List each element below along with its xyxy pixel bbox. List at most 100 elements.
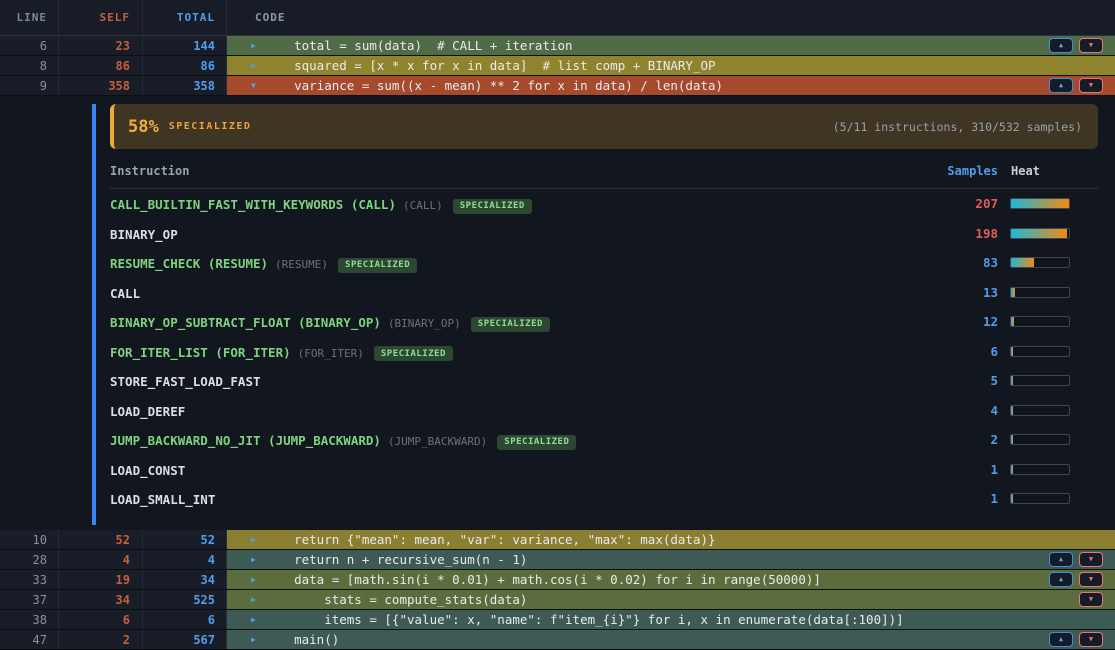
column-header-code: CODE	[227, 0, 1115, 35]
line-number: 37	[0, 590, 59, 609]
jump-up-button[interactable]: ▲	[1049, 552, 1073, 567]
instruction-cell: STORE_FAST_LOAD_FAST	[110, 371, 895, 390]
code-line[interactable]: ▶ squared = [x * x for x in data] # list…	[227, 56, 1115, 75]
instruction-name: BINARY_OP_SUBTRACT_FLOAT (BINARY_OP)	[110, 315, 381, 330]
jump-down-button[interactable]: ▼	[1079, 592, 1103, 607]
self-samples: 6	[59, 610, 143, 629]
jump-up-button[interactable]: ▲	[1049, 572, 1073, 587]
table-row: 6 23 144 ▶ total = sum(data) # CALL + it…	[0, 36, 1115, 56]
jump-up-button[interactable]: ▲	[1049, 38, 1073, 53]
heat-bar-fill	[1011, 258, 1034, 267]
samples-value: 4	[895, 403, 1005, 418]
line-number: 10	[0, 530, 59, 549]
specialized-percent: 58%	[128, 117, 159, 137]
samples-value: 83	[895, 255, 1005, 270]
samples-value: 1	[895, 491, 1005, 506]
samples-value: 198	[895, 226, 1005, 241]
code-text: variance = sum((x - mean) ** 2 for x in …	[264, 78, 1049, 93]
instruction-name: BINARY_OP	[110, 227, 178, 242]
line-number: 47	[0, 630, 59, 649]
expand-icon[interactable]: ▶	[251, 535, 264, 544]
specialization-banner: 58% SPECIALIZED (5/11 instructions, 310/…	[110, 104, 1098, 149]
code-line[interactable]: ▶ main() ▲ ▼	[227, 630, 1115, 649]
column-header-instruction: Instruction	[110, 164, 895, 178]
self-samples: 2	[59, 630, 143, 649]
samples-value: 207	[895, 196, 1005, 211]
instruction-cell: RESUME_CHECK (RESUME)(RESUME)SPECIALIZED	[110, 253, 895, 273]
code-text: squared = [x * x for x in data] # list c…	[264, 58, 1115, 73]
total-samples: 358	[143, 76, 227, 95]
heat-bar-fill	[1011, 288, 1015, 297]
code-text: items = [{"value": x, "name": f"item_{i}…	[264, 612, 1115, 627]
code-line[interactable]: ▶ return {"mean": mean, "var": variance,…	[227, 530, 1115, 549]
arrow-down-icon: ▼	[1089, 556, 1093, 563]
column-header-heat: Heat	[1005, 164, 1098, 178]
instruction-cell: CALL	[110, 283, 895, 302]
heat-bar-fill	[1011, 406, 1013, 415]
code-line[interactable]: ▶ data = [math.sin(i * 0.01) + math.cos(…	[227, 570, 1115, 589]
instruction-cell: LOAD_SMALL_INT	[110, 489, 895, 508]
instruction-row: BINARY_OP_SUBTRACT_FLOAT (BINARY_OP)(BIN…	[110, 307, 1098, 337]
heat-bar	[1005, 493, 1098, 504]
specialized-label: SPECIALIZED	[169, 121, 252, 132]
self-samples: 23	[59, 36, 143, 55]
column-header-self: SELF	[59, 0, 143, 35]
self-samples: 4	[59, 550, 143, 569]
self-samples: 86	[59, 56, 143, 75]
code-line[interactable]: ▼ variance = sum((x - mean) ** 2 for x i…	[227, 76, 1115, 95]
expand-icon[interactable]: ▶	[251, 615, 264, 624]
heat-bar	[1005, 287, 1098, 298]
instruction-name: CALL	[110, 286, 140, 301]
collapse-icon[interactable]: ▼	[251, 81, 264, 90]
total-samples: 86	[143, 56, 227, 75]
total-samples: 525	[143, 590, 227, 609]
code-line[interactable]: ▶ stats = compute_stats(data) ▼	[227, 590, 1115, 609]
panel-indent-line	[92, 104, 96, 525]
table-row-expanded: 9 358 358 ▼ variance = sum((x - mean) **…	[0, 76, 1115, 96]
instruction-row: FOR_ITER_LIST (FOR_ITER)(FOR_ITER)SPECIA…	[110, 337, 1098, 367]
jump-down-button[interactable]: ▼	[1079, 572, 1103, 587]
heat-bar-fill	[1011, 229, 1067, 238]
total-samples: 144	[143, 36, 227, 55]
expand-icon[interactable]: ▶	[251, 635, 264, 644]
total-samples: 52	[143, 530, 227, 549]
heat-bar	[1005, 316, 1098, 327]
arrow-up-icon: ▲	[1059, 636, 1063, 643]
code-text: stats = compute_stats(data)	[264, 592, 1079, 607]
code-line[interactable]: ▶ return n + recursive_sum(n - 1) ▲ ▼	[227, 550, 1115, 569]
heat-bar-fill	[1011, 317, 1014, 326]
arrow-up-icon: ▲	[1059, 42, 1063, 49]
jump-down-button[interactable]: ▼	[1079, 552, 1103, 567]
heat-bar	[1005, 434, 1098, 445]
base-instruction-name: (FOR_ITER)	[298, 347, 364, 360]
line-number: 38	[0, 610, 59, 629]
specialized-badge: SPECIALIZED	[338, 258, 417, 273]
jump-up-button[interactable]: ▲	[1049, 78, 1073, 93]
base-instruction-name: (CALL)	[403, 199, 443, 212]
profiler-app: LINE SELF TOTAL CODE 6 23 144 ▶ total = …	[0, 0, 1115, 645]
jump-down-button[interactable]: ▼	[1079, 38, 1103, 53]
line-number: 6	[0, 36, 59, 55]
heat-bar-fill	[1011, 465, 1013, 474]
instruction-name: LOAD_SMALL_INT	[110, 492, 215, 507]
code-line[interactable]: ▶ items = [{"value": x, "name": f"item_{…	[227, 610, 1115, 629]
heat-bar-fill	[1011, 347, 1013, 356]
expand-icon[interactable]: ▶	[251, 555, 264, 564]
expand-icon[interactable]: ▶	[251, 575, 264, 584]
jump-down-button[interactable]: ▼	[1079, 78, 1103, 93]
arrow-down-icon: ▼	[1089, 42, 1093, 49]
table-row: 37 34 525 ▶ stats = compute_stats(data) …	[0, 590, 1115, 610]
expand-icon[interactable]: ▶	[251, 61, 264, 70]
heat-bar	[1005, 375, 1098, 386]
heat-bar-fill	[1011, 376, 1013, 385]
samples-value: 13	[895, 285, 1005, 300]
code-line[interactable]: ▶ total = sum(data) # CALL + iteration ▲…	[227, 36, 1115, 55]
expand-icon[interactable]: ▶	[251, 41, 264, 50]
code-text: return n + recursive_sum(n - 1)	[264, 552, 1049, 567]
code-text: data = [math.sin(i * 0.01) + math.cos(i …	[264, 572, 1049, 587]
expand-icon[interactable]: ▶	[251, 595, 264, 604]
total-samples: 4	[143, 550, 227, 569]
arrow-down-icon: ▼	[1089, 596, 1093, 603]
heat-bar	[1005, 346, 1098, 357]
column-header-samples: Samples	[895, 164, 1005, 178]
